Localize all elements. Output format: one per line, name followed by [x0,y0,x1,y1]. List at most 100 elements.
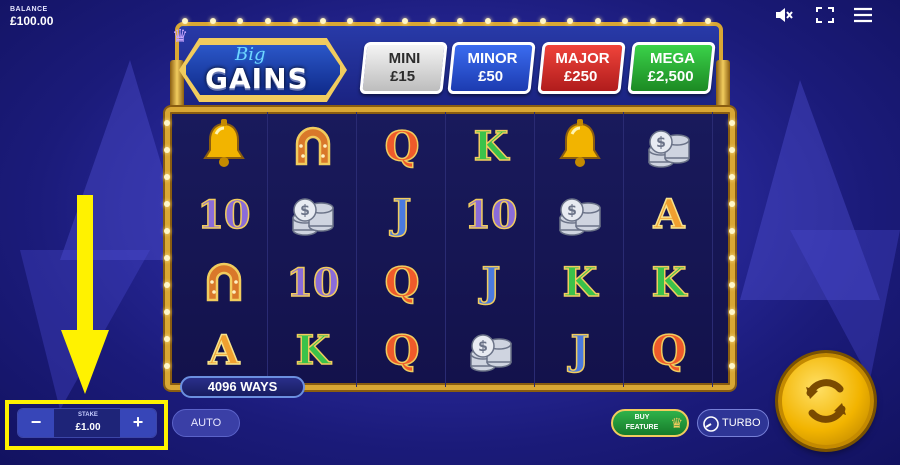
light-bulb [237,18,243,24]
light-bulb [622,18,628,24]
light-bulb [729,282,735,288]
symbol-k: K [447,112,535,180]
symbol-text: 10 [464,191,518,238]
symbol-text: K [473,122,509,171]
light-bulb [164,363,170,369]
coins-symbol-icon: $ [447,316,535,384]
coins-symbol-icon: $ [536,180,624,248]
jackpot-value: £15 [390,68,416,85]
symbol-text: J [392,190,412,239]
horseshoe-symbol-icon [180,248,268,316]
light-bulb [729,201,735,207]
annotation-arrow-head [61,330,109,394]
turbo-label: TURBO [722,417,761,429]
mute-icon[interactable] [774,6,794,24]
light-bulb [457,18,463,24]
symbol-text: 10 [286,259,340,306]
light-bulb [567,18,573,24]
stake-control: − STAKE £1.00 + [17,408,157,438]
light-bulb [512,18,518,24]
buy-feature-label: BUY FEATURE [625,414,659,431]
svg-text:$: $ [656,135,666,151]
bell-symbol-icon [180,112,268,180]
symbol-k: K [536,248,624,316]
autoplay-button[interactable]: AUTO [172,409,240,437]
light-bulb [374,18,381,24]
light-bulb [319,18,326,24]
buy-feature-button[interactable]: BUY FEATURE ♛ [611,409,689,437]
light-bulb [164,282,170,288]
spin-button[interactable] [778,353,874,449]
ways-badge: 4096 WAYS [180,376,305,398]
light-bulb [402,18,408,24]
jackpot-value: £250 [563,68,598,85]
light-bulb [729,309,735,315]
jackpot-value: £50 [478,68,504,85]
symbol-text: J [570,326,590,375]
svg-text:$: $ [567,203,577,219]
coins-symbol-icon: $ [625,112,713,180]
crown-icon: ♛ [172,26,189,46]
reel-column: 10 A [180,112,268,387]
light-bulb [729,174,735,180]
light-bulb [594,18,601,24]
coins-symbol-icon: $ [269,180,357,248]
light-bulb [729,120,735,126]
light-bulb [729,228,735,234]
reel-column: $ A K Q [625,112,713,387]
jackpot-mega: MEGA £2,500 [627,42,716,94]
symbol-text: J [481,258,501,307]
light-bulb [649,18,656,24]
light-bulb [164,201,170,207]
menu-icon[interactable] [853,6,873,24]
jackpot-label: MEGA [649,50,695,67]
symbol-j: J [447,248,535,316]
symbol-text: Q [384,122,420,171]
light-bulb [164,174,170,180]
symbol-10: 10 [180,180,268,248]
light-bulb [729,255,735,261]
fullscreen-icon[interactable] [815,6,835,24]
light-bulb [182,18,188,24]
symbol-text: A [208,326,241,375]
light-bulb [729,363,735,369]
light-bulb [264,18,271,24]
light-bulb [164,309,170,315]
gold-pillar [716,60,730,110]
symbol-a: A [180,316,268,384]
symbol-text: Q [384,326,420,375]
turbo-button[interactable]: TURBO [697,409,769,437]
logo-gains-text: GAINS [205,62,309,95]
light-bulb [704,18,711,24]
symbol-text: K [562,258,598,307]
turbo-icon [703,416,719,432]
balance-value: £100.00 [10,14,54,28]
light-bulb [164,336,170,342]
symbol-q: Q [358,248,446,316]
symbol-j: J [358,180,446,248]
symbol-text: Q [384,258,420,307]
stake-decrease-button[interactable]: − [18,409,54,437]
symbol-q: Q [358,112,446,180]
reel-column: $ K J [536,112,624,387]
symbol-a: A [625,180,713,248]
balance-label: BALANCE [10,6,48,13]
jackpot-value: £2,500 [647,68,694,85]
jackpot-label: MAJOR [555,50,610,67]
light-bulb [164,228,170,234]
light-bulb [209,18,216,24]
symbol-text: K [651,258,687,307]
symbol-q: Q [625,316,713,384]
jackpot-label: MINI [388,50,421,67]
stake-label: STAKE [78,412,98,418]
spin-icon [806,379,846,423]
reel-column: QJQQ [358,112,446,387]
symbol-q: Q [358,316,446,384]
light-bulb [539,18,546,24]
light-bulb [347,18,353,24]
symbol-j: J [536,316,624,384]
jackpot-mini: MINI £15 [359,42,448,94]
stake-increase-button[interactable]: + [120,409,156,437]
horseshoe-symbol-icon [269,112,357,180]
jackpot-minor: MINOR £50 [447,42,536,94]
